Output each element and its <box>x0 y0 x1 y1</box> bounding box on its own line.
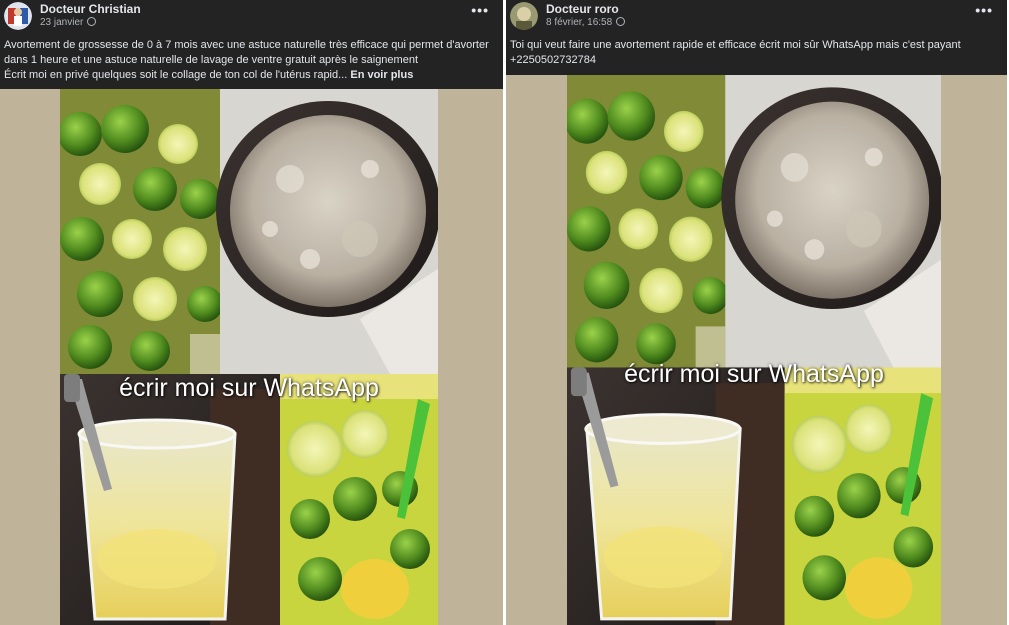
post-date-text[interactable]: 8 février, 16:58 <box>546 17 612 28</box>
post-text: Avortement de grossesse de 0 à 7 mois av… <box>4 38 497 83</box>
post-text-line: +2250502732784 <box>510 54 596 66</box>
post-date[interactable]: 8 février, 16:58 <box>546 17 626 28</box>
post-image[interactable]: écrir moi sur WhatsApp <box>567 75 941 625</box>
globe-icon <box>616 17 626 26</box>
avatar[interactable] <box>4 2 32 30</box>
post-text-line: dans 1 heure et une astuce naturelle de … <box>4 54 418 66</box>
globe-icon <box>87 17 97 26</box>
image-caption: écrir moi sur WhatsApp <box>624 360 884 388</box>
more-options-icon[interactable]: ••• <box>975 2 993 18</box>
author-name[interactable]: Docteur Christian <box>40 2 141 16</box>
post-header: Docteur roro 8 février, 16:58 ••• Toi qu… <box>506 0 1007 75</box>
more-options-icon[interactable]: ••• <box>471 2 489 18</box>
post-card: Docteur roro 8 février, 16:58 ••• Toi qu… <box>506 0 1007 625</box>
post-image[interactable]: écrir moi sur WhatsApp <box>60 89 438 625</box>
post-text-line: Écrit moi en privé quelques soit le coll… <box>4 69 414 81</box>
avatar[interactable] <box>510 2 538 30</box>
food-collage-image <box>60 89 438 625</box>
food-collage-image <box>567 75 941 625</box>
image-caption: écrir moi sur WhatsApp <box>119 374 379 402</box>
post-text-line: Avortement de grossesse de 0 à 7 mois av… <box>4 39 489 51</box>
post-date-text[interactable]: 23 janvier <box>40 17 83 28</box>
see-more-link[interactable]: En voir plus <box>350 69 413 81</box>
post-header: Docteur Christian 23 janvier ••• Avortem… <box>0 0 503 89</box>
post-date[interactable]: 23 janvier <box>40 17 97 28</box>
post-text: Toi qui veut faire une avortement rapide… <box>510 38 1001 68</box>
post-card: Docteur Christian 23 janvier ••• Avortem… <box>0 0 503 625</box>
post-text-line: Toi qui veut faire une avortement rapide… <box>510 39 961 51</box>
author-name[interactable]: Docteur roro <box>546 2 619 16</box>
